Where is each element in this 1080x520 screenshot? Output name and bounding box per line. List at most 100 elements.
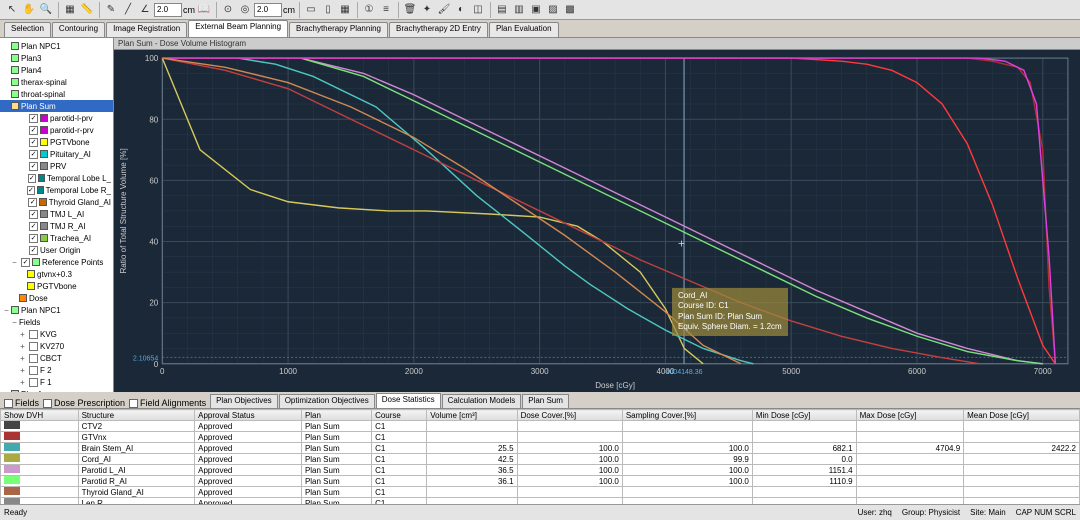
unit-label-2: cm xyxy=(283,5,295,15)
chk-fields[interactable]: Fields xyxy=(4,398,39,408)
status-ready: Ready xyxy=(4,508,27,517)
tree-node[interactable]: −✓Reference Points xyxy=(0,256,113,268)
table-row[interactable]: Parotid R_AIApprovedPlan SumC136.1100.01… xyxy=(1,476,1080,487)
tree-node[interactable]: Plan Sum xyxy=(0,100,113,112)
tree-node[interactable]: Dose xyxy=(0,292,113,304)
plan-tree[interactable]: Plan NPC1Plan3Plan4therax-spinalthroat-s… xyxy=(0,38,114,392)
tree-node[interactable]: +F 2 xyxy=(0,364,113,376)
dot-icon[interactable]: ⊙ xyxy=(220,2,236,18)
dose-statistics-table[interactable]: Show DVHStructureApproval StatusPlanCour… xyxy=(0,408,1080,504)
svg-text:60: 60 xyxy=(149,176,158,185)
tree-node[interactable]: gtvnx+0.3 xyxy=(0,268,113,280)
btab-dose-statistics[interactable]: Dose Statistics xyxy=(376,393,441,408)
tab-external-beam-planning[interactable]: External Beam Planning xyxy=(188,20,288,37)
tree-node[interactable]: ✓TMJ R_AI xyxy=(0,220,113,232)
tree-node[interactable]: +F 1 xyxy=(0,376,113,388)
tree-node[interactable]: therax-spinal xyxy=(0,76,113,88)
tree-node[interactable]: ✓PRV xyxy=(0,160,113,172)
ruler-icon[interactable]: 📏 xyxy=(79,2,95,18)
table-row[interactable]: Parotid L_AIApprovedPlan SumC136.5100.01… xyxy=(1,465,1080,476)
col-header[interactable]: Sampling Cover.[%] xyxy=(622,410,752,421)
tree-node[interactable]: +KV270 xyxy=(0,340,113,352)
col-header[interactable]: Max Dose [cGy] xyxy=(856,410,964,421)
grid-icon[interactable]: ▦ xyxy=(62,2,78,18)
zoom-icon[interactable]: 🔍 xyxy=(38,2,54,18)
tree-node[interactable]: PGTVbone xyxy=(0,280,113,292)
tree-node[interactable]: ✓Pituitary_AI xyxy=(0,148,113,160)
slice-input-1[interactable] xyxy=(154,3,182,17)
tree-node[interactable]: ✓PGTVbone xyxy=(0,136,113,148)
layout2-icon[interactable]: ▥ xyxy=(511,2,527,18)
dvh-chart[interactable]: 0100020003000400050006000700010080604020… xyxy=(114,50,1080,392)
tab-selection[interactable]: Selection xyxy=(4,22,51,37)
view4-icon[interactable]: ▦ xyxy=(337,2,353,18)
view2-icon[interactable]: ▯ xyxy=(320,2,336,18)
tree-node[interactable]: Plan NPC1 xyxy=(0,40,113,52)
svg-text:Dose [cGy]: Dose [cGy] xyxy=(595,381,635,390)
view1-icon[interactable]: ▭ xyxy=(303,2,319,18)
hand-icon[interactable]: ✋ xyxy=(21,2,37,18)
col-header[interactable]: Course xyxy=(372,410,427,421)
layout3-icon[interactable]: ▣ xyxy=(528,2,544,18)
slice-input-2[interactable] xyxy=(254,3,282,17)
trash-icon[interactable]: 🗑 xyxy=(402,2,418,18)
line-icon[interactable]: ╱ xyxy=(120,2,136,18)
tree-node[interactable]: −Plan NPC1 xyxy=(0,304,113,316)
layout5-icon[interactable]: ▩ xyxy=(562,2,578,18)
layout1-icon[interactable]: ▤ xyxy=(494,2,510,18)
col-header[interactable]: Plan xyxy=(301,410,371,421)
status-site: Site: Main xyxy=(970,508,1006,517)
erase-icon[interactable]: ◐ xyxy=(453,2,469,18)
col-header[interactable]: Volume [cm³] xyxy=(427,410,517,421)
btab-plan-sum[interactable]: Plan Sum xyxy=(522,394,569,408)
col-header[interactable]: Mean Dose [cGy] xyxy=(964,410,1080,421)
star-icon[interactable]: ✦ xyxy=(419,2,435,18)
table-row[interactable]: CTV2ApprovedPlan SumC1 xyxy=(1,421,1080,432)
angle-icon[interactable]: ∠ xyxy=(137,2,153,18)
tree-node[interactable]: +CBCT xyxy=(0,352,113,364)
crop-icon[interactable]: ◫ xyxy=(470,2,486,18)
col-header[interactable]: Approval Status xyxy=(195,410,302,421)
tree-node[interactable]: ✓Temporal Lobe L_ xyxy=(0,172,113,184)
brush-icon[interactable]: 🖌 xyxy=(436,2,452,18)
list-icon[interactable]: ≡ xyxy=(378,2,394,18)
tree-node[interactable]: throat-spinal xyxy=(0,88,113,100)
col-header[interactable]: Dose Cover.[%] xyxy=(517,410,622,421)
tab-brachytherapy-planning[interactable]: Brachytherapy Planning xyxy=(289,22,388,37)
tree-node[interactable]: +KVG xyxy=(0,328,113,340)
tab-contouring[interactable]: Contouring xyxy=(52,22,105,37)
tree-node[interactable]: Plan4 xyxy=(0,64,113,76)
chk-field-alignments[interactable]: Field Alignments xyxy=(129,398,206,408)
tree-node[interactable]: ✓Temporal Lobe R_ xyxy=(0,184,113,196)
tab-image-registration[interactable]: Image Registration xyxy=(106,22,187,37)
btab-calculation-models[interactable]: Calculation Models xyxy=(442,394,522,408)
table-row[interactable]: Brain Stem_AIApprovedPlan SumC125.5100.0… xyxy=(1,443,1080,454)
btab-optimization-objectives[interactable]: Optimization Objectives xyxy=(279,394,375,408)
table-row[interactable]: Thyroid Gland_AIApprovedPlan SumC1 xyxy=(1,487,1080,498)
target-icon[interactable]: ◎ xyxy=(237,2,253,18)
tree-node[interactable]: ✓Trachea_AI xyxy=(0,232,113,244)
btab-plan-objectives[interactable]: Plan Objectives xyxy=(210,394,278,408)
table-row[interactable]: GTVnxApprovedPlan SumC1 xyxy=(1,432,1080,443)
col-header[interactable]: Min Dose [cGy] xyxy=(752,410,856,421)
tree-node[interactable]: Plan3 xyxy=(0,52,113,64)
chk-dose-prescription[interactable]: Dose Prescription xyxy=(43,398,125,408)
list-num-icon[interactable]: ① xyxy=(361,2,377,18)
tree-node[interactable]: ✓User Origin xyxy=(0,244,113,256)
tree-node[interactable]: ✓TMJ L_AI xyxy=(0,208,113,220)
col-header[interactable]: Structure xyxy=(78,410,195,421)
draw-icon[interactable]: ✎ xyxy=(103,2,119,18)
tree-node[interactable]: ✓parotid-l-prv xyxy=(0,112,113,124)
tab-plan-evaluation[interactable]: Plan Evaluation xyxy=(489,22,559,37)
cursor-icon[interactable]: ↖ xyxy=(4,2,20,18)
svg-text:0: 0 xyxy=(160,367,165,376)
layout4-icon[interactable]: ▨ xyxy=(545,2,561,18)
tree-node[interactable]: ✓Thyroid Gland_AI xyxy=(0,196,113,208)
tree-node[interactable]: −Fields xyxy=(0,316,113,328)
tree-node[interactable]: ✓parotid-r-prv xyxy=(0,124,113,136)
table-row[interactable]: Cord_AIApprovedPlan SumC142.5100.099.90.… xyxy=(1,454,1080,465)
tab-brachytherapy-2d-entry[interactable]: Brachytherapy 2D Entry xyxy=(389,22,488,37)
book-icon[interactable]: 📖 xyxy=(196,2,212,18)
tree-node[interactable]: −Plan4 xyxy=(0,388,113,392)
col-header[interactable]: Show DVH xyxy=(1,410,79,421)
